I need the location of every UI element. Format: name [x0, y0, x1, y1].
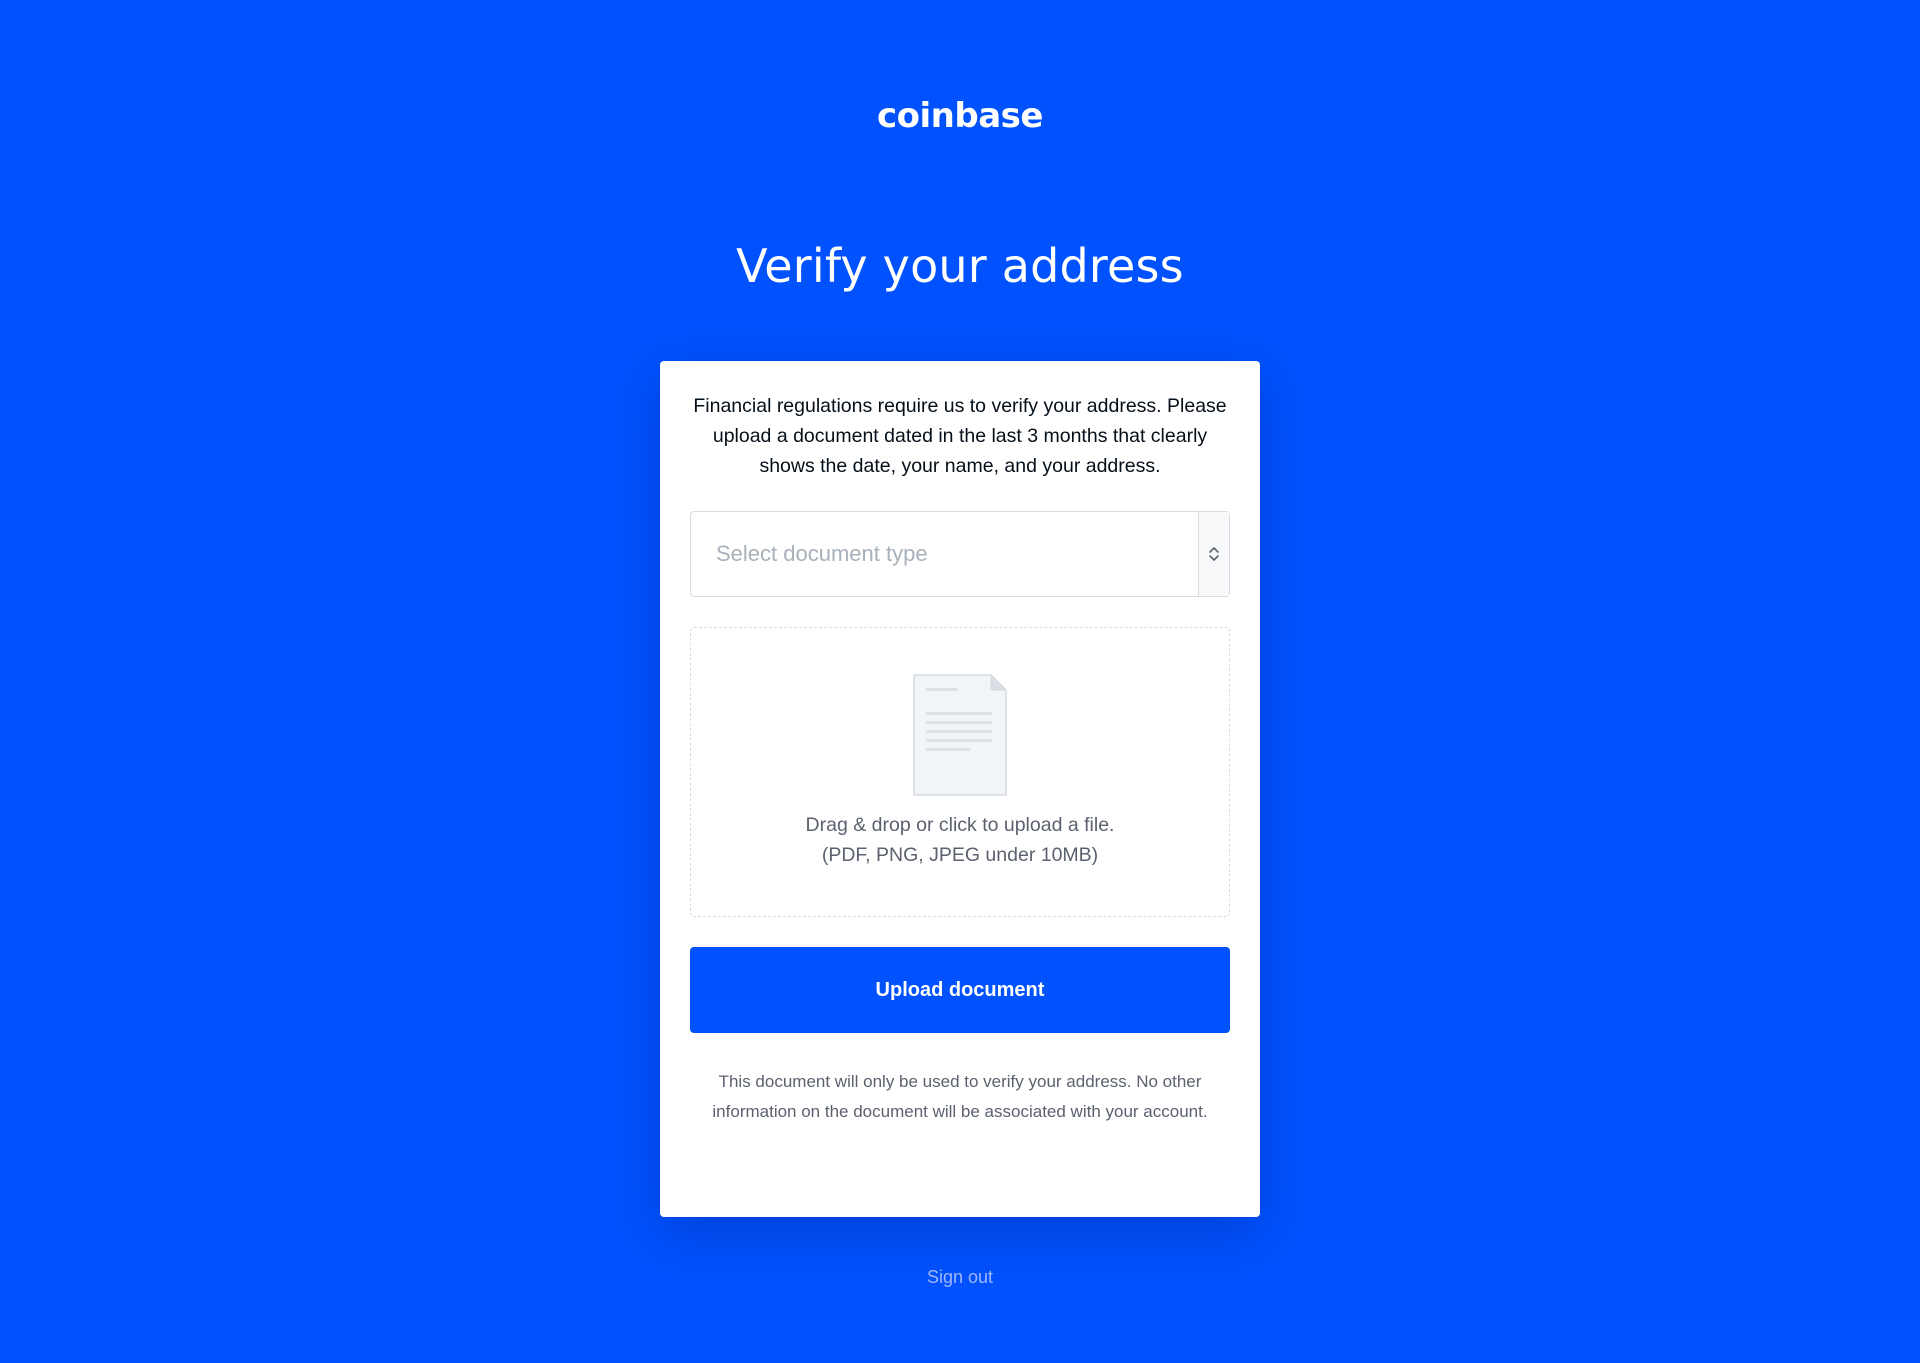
dropzone-formats: (PDF, PNG, JPEG under 10MB) [821, 844, 1099, 866]
dropzone-instruction: Drag & drop or click to upload a file. [805, 814, 1115, 836]
file-dropzone[interactable]: Drag & drop or click to upload a file. (… [690, 627, 1230, 917]
verify-address-card: Financial regulations require us to veri… [660, 361, 1260, 1217]
sign-out-link[interactable]: Sign out [0, 1264, 1920, 1290]
upload-document-button[interactable]: Upload document [690, 947, 1230, 1033]
intro-text: Financial regulations require us to veri… [693, 395, 1227, 477]
chevron-up-down-icon[interactable] [1198, 512, 1229, 596]
page-title: Verify your address [736, 239, 1184, 293]
dropzone-text: Drag & drop or click to upload a file. (… [691, 810, 1229, 870]
document-icon [913, 674, 1007, 796]
document-type-select[interactable]: Select document type [690, 511, 1230, 597]
coinbase-logo: coinbase [877, 96, 1043, 136]
disclaimer-text: This document will only be used to verif… [712, 1072, 1208, 1121]
document-type-placeholder: Select document type [716, 541, 928, 566]
